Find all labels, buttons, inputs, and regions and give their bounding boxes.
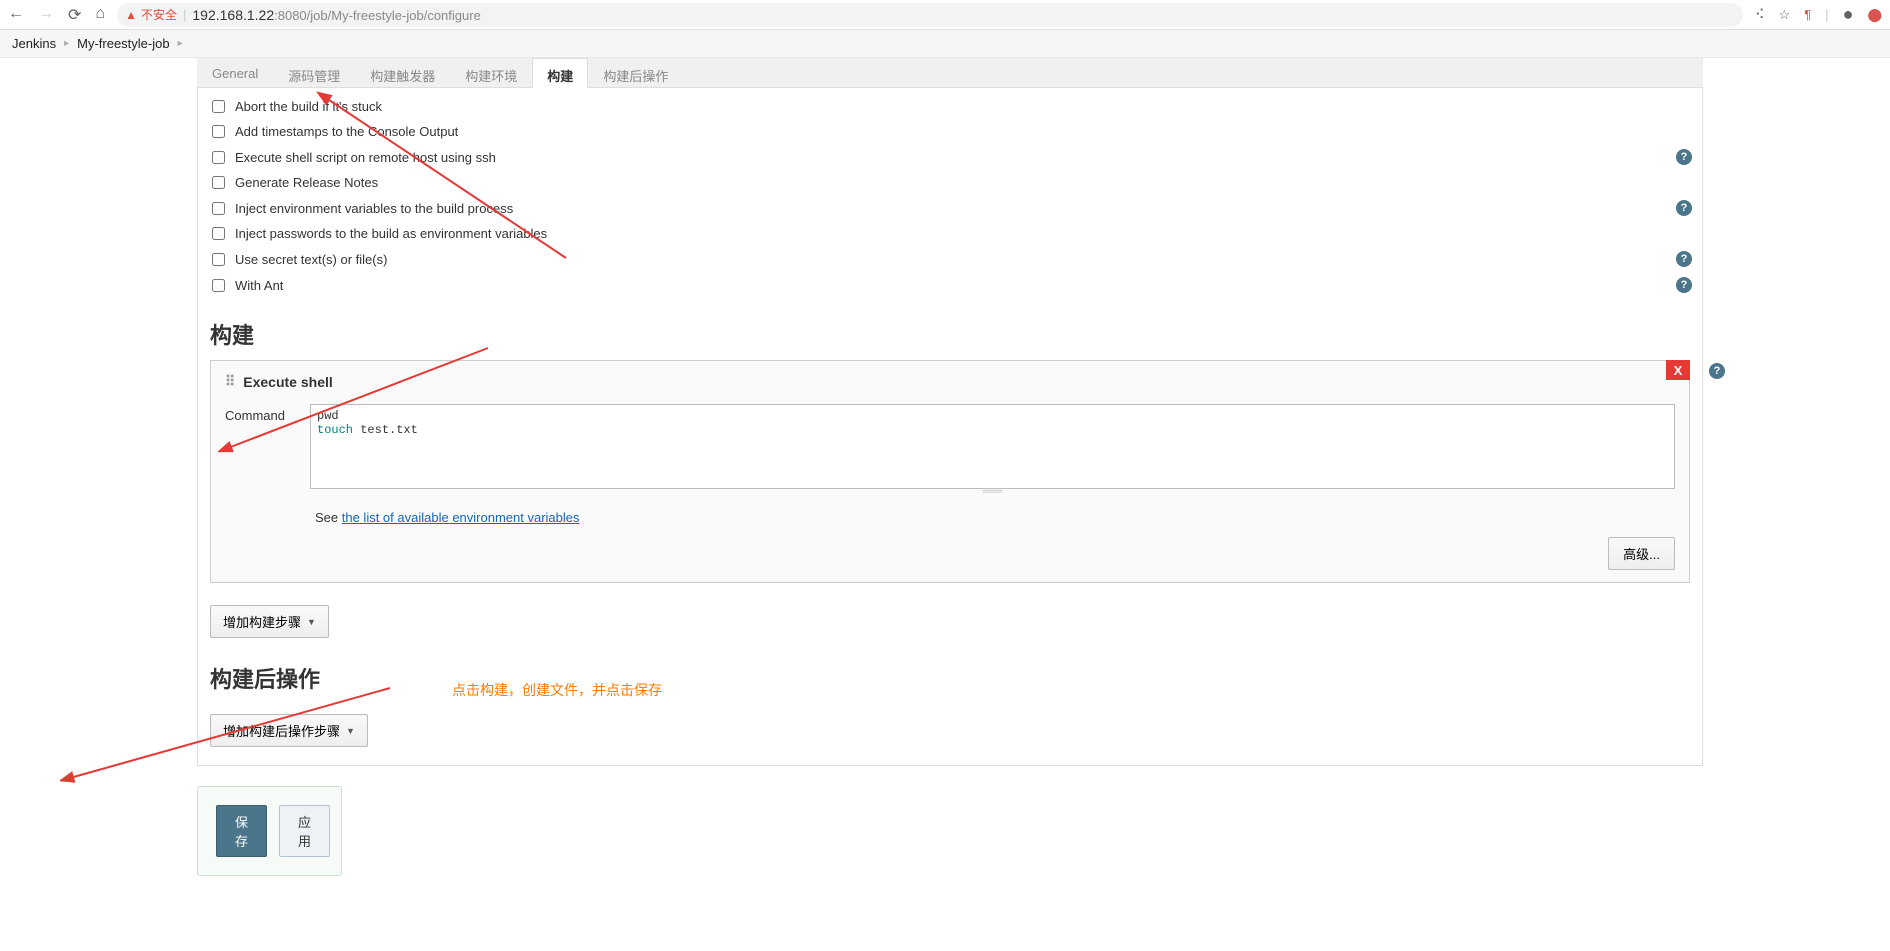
add-build-step-button[interactable]: 增加构建步骤 ▼ [210, 605, 329, 638]
breadcrumb-job[interactable]: My-freestyle-job [77, 36, 169, 51]
checkbox-with-ant[interactable] [212, 279, 225, 292]
add-build-step-label: 增加构建步骤 [223, 612, 301, 631]
option-ssh-shell: Execute shell script on remote host usin… [208, 144, 1692, 170]
more-icon[interactable]: ⬤ [1867, 7, 1882, 23]
config-tabs: General 源码管理 构建触发器 构建环境 构建 构建后操作 [197, 58, 1703, 88]
account-icon[interactable]: ● [1843, 4, 1854, 25]
label-timestamps: Add timestamps to the Console Output [235, 124, 458, 139]
option-abort-stuck: Abort the build if it's stuck [208, 94, 1692, 119]
checkbox-secret-text[interactable] [212, 253, 225, 266]
tab-build[interactable]: 构建 [532, 58, 588, 88]
checkbox-abort-stuck[interactable] [212, 100, 225, 113]
build-step-title: Execute shell [243, 374, 333, 390]
breadcrumb-jenkins[interactable]: Jenkins [12, 36, 56, 51]
option-timestamps: Add timestamps to the Console Output [208, 119, 1692, 144]
url-separator: | [183, 7, 186, 22]
save-button[interactable]: 保存 [216, 805, 267, 857]
option-inject-pwd: Inject passwords to the build as environ… [208, 221, 1692, 246]
build-env-options: Abort the build if it's stuck Add timest… [198, 88, 1702, 304]
command-label: Command [225, 404, 290, 423]
build-step-header: ⠿ Execute shell [225, 373, 1675, 390]
checkbox-inject-pwd[interactable] [212, 227, 225, 240]
delete-step-button[interactable]: X [1666, 360, 1690, 380]
warning-icon: ▲ [125, 8, 137, 22]
tab-build-env[interactable]: 构建环境 [450, 58, 532, 87]
advanced-button[interactable]: 高级... [1608, 537, 1675, 570]
help-icon[interactable]: ? [1676, 251, 1692, 267]
checkbox-release-notes[interactable] [212, 176, 225, 189]
home-icon[interactable]: ⌂ [95, 5, 105, 25]
help-icon[interactable]: ? [1709, 363, 1725, 379]
back-icon[interactable]: ← [8, 5, 24, 25]
page-content: General 源码管理 构建触发器 构建环境 构建 构建后操作 Abort t… [0, 58, 1890, 876]
button-footer: 保存 应用 [197, 786, 342, 876]
see-prefix: See [315, 510, 342, 525]
post-build-section-heading: 构建后操作 [198, 648, 1702, 704]
breadcrumb: Jenkins ▸ My-freestyle-job ▸ [0, 30, 1890, 58]
insecure-badge: ▲ 不安全 [125, 6, 177, 23]
url-text: 192.168.1.22:8080/job/My-freestyle-job/c… [192, 7, 480, 23]
chevron-down-icon: ▼ [307, 617, 316, 627]
tab-scm[interactable]: 源码管理 [273, 58, 355, 87]
breadcrumb-sep-icon: ▸ [64, 38, 69, 49]
translate-icon[interactable]: ⠪ [1755, 7, 1765, 23]
build-section-heading: 构建 [198, 304, 1702, 360]
help-icon[interactable]: ? [1676, 149, 1692, 165]
browser-toolbar: ← → ⟳ ⌂ ▲ 不安全 | 192.168.1.22:8080/job/My… [0, 0, 1890, 30]
label-secret-text: Use secret text(s) or file(s) [235, 252, 387, 267]
nav-icons: ← → ⟳ ⌂ [8, 5, 105, 25]
option-inject-env: Inject environment variables to the buil… [208, 195, 1692, 221]
star-icon[interactable]: ☆ [1779, 7, 1791, 23]
env-vars-link[interactable]: the list of available environment variab… [342, 510, 580, 525]
label-abort-stuck: Abort the build if it's stuck [235, 99, 382, 114]
label-with-ant: With Ant [235, 278, 283, 293]
add-post-build-step-label: 增加构建后操作步骤 [223, 721, 340, 740]
forward-icon[interactable]: → [38, 5, 54, 25]
help-icon[interactable]: ? [1676, 277, 1692, 293]
annotation-text: 点击构建，创建文件，并点击保存 [452, 680, 662, 700]
checkbox-inject-env[interactable] [212, 202, 225, 215]
add-post-build-step-button[interactable]: 增加构建后操作步骤 ▼ [210, 714, 368, 747]
advanced-row: 高级... [225, 537, 1675, 570]
option-with-ant: With Ant ? [208, 272, 1692, 298]
label-inject-pwd: Inject passwords to the build as environ… [235, 226, 547, 241]
config-content: Abort the build if it's stuck Add timest… [197, 88, 1703, 766]
tab-triggers[interactable]: 构建触发器 [355, 58, 450, 87]
label-release-notes: Generate Release Notes [235, 175, 378, 190]
see-env-vars: See the list of available environment va… [225, 510, 1675, 525]
option-secret-text: Use secret text(s) or file(s) ? [208, 246, 1692, 272]
breadcrumb-sep-icon: ▸ [178, 38, 183, 49]
reload-icon[interactable]: ⟳ [68, 5, 81, 25]
label-ssh-shell: Execute shell script on remote host usin… [235, 150, 496, 165]
label-inject-env: Inject environment variables to the buil… [235, 201, 513, 216]
drag-handle-icon[interactable]: ⠿ [225, 373, 233, 390]
checkbox-timestamps[interactable] [212, 125, 225, 138]
command-textarea[interactable]: pwd touch test.txt [310, 404, 1675, 489]
pilcrow-icon[interactable]: ¶ [1804, 7, 1811, 22]
apply-button[interactable]: 应用 [279, 805, 330, 857]
chevron-down-icon: ▼ [346, 726, 355, 736]
option-release-notes: Generate Release Notes [208, 170, 1692, 195]
insecure-label: 不安全 [141, 6, 177, 23]
browser-right-icons: ⠪ ☆ ¶ | ● ⬤ [1755, 4, 1882, 25]
address-bar[interactable]: ▲ 不安全 | 192.168.1.22:8080/job/My-freesty… [117, 3, 1743, 27]
build-step-execute-shell: X ? ⠿ Execute shell Command pwd touch te… [210, 360, 1690, 583]
help-icon[interactable]: ? [1676, 200, 1692, 216]
tab-post-build[interactable]: 构建后操作 [588, 58, 683, 87]
tab-general[interactable]: General [197, 58, 273, 87]
command-area: pwd touch test.txt ═══ [310, 404, 1675, 496]
command-row: Command pwd touch test.txt ═══ [225, 404, 1675, 496]
checkbox-ssh-shell[interactable] [212, 151, 225, 164]
